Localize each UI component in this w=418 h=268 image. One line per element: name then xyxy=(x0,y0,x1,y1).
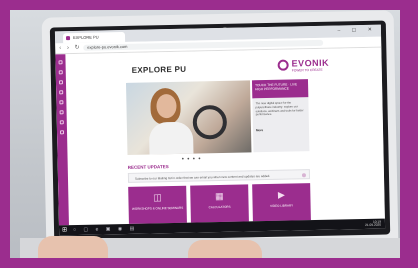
tile-label: CALCULATORS xyxy=(208,204,231,210)
subscribe-notice-text: Subscribe to our Mailing list in order t… xyxy=(134,173,271,181)
sidebar-mail-icon[interactable] xyxy=(59,130,65,135)
feature-tiles: ◫ WORKSHOPS & ONLINE SEMINARS ▦ CALCULAT… xyxy=(128,183,311,224)
steering-wheel xyxy=(192,104,228,140)
sidebar-book-icon[interactable] xyxy=(59,90,64,95)
left-hand xyxy=(38,236,108,268)
nav-buttons[interactable]: ‹ › ↻ xyxy=(59,44,81,51)
window-controls[interactable]: – ▢ ✕ xyxy=(337,27,377,34)
laptop: EXPLORE PU – ▢ ✕ ‹ › ↻ explore-pu.evonik… xyxy=(41,10,399,250)
windows-start-icon[interactable]: ⊞ xyxy=(62,227,67,233)
promo-body: The new digital space for the polyuretha… xyxy=(255,100,304,117)
recent-updates-title: RECENT UPDATES xyxy=(127,164,169,170)
brand-wordmark: EVONIK xyxy=(291,57,330,69)
tile-label: VIDEO LIBRARY xyxy=(270,203,294,208)
tile-workshops[interactable]: ◫ WORKSHOPS & ONLINE SEMINARS xyxy=(128,185,187,224)
promo-link[interactable]: More xyxy=(256,128,263,132)
video-icon: ▶ xyxy=(277,189,285,200)
book-icon: ◫ xyxy=(153,192,162,203)
sidebar-home-icon[interactable] xyxy=(58,60,63,65)
web-page: EXPLORE PU EVONIK POWER TO CREATE TOUCH … xyxy=(55,47,385,226)
tile-label: WORKSHOPS & ONLINE SEMINARS xyxy=(131,205,184,211)
calculator-icon: ▦ xyxy=(215,190,224,202)
close-icon[interactable] xyxy=(301,173,307,178)
hero-image xyxy=(125,80,252,155)
carousel-dots[interactable]: ● ● ● ● xyxy=(182,155,202,160)
system-tray-clock[interactable]: 10:19 21.09.2020 xyxy=(365,220,382,228)
hero-shirt xyxy=(148,121,194,155)
favicon-icon xyxy=(66,36,71,41)
brand-tagline: POWER TO CREATE xyxy=(291,67,323,73)
tab-title: EXPLORE PU xyxy=(72,34,99,41)
photo-scene: EXPLORE PU – ▢ ✕ ‹ › ↻ explore-pu.evonik… xyxy=(0,0,418,268)
sidebar-calculator-icon[interactable] xyxy=(59,100,64,105)
site-logo[interactable]: EXPLORE PU xyxy=(132,65,187,75)
laptop-screen: EXPLORE PU – ▢ ✕ ‹ › ↻ explore-pu.evonik… xyxy=(54,24,386,236)
sidebar-search-icon[interactable] xyxy=(58,70,63,75)
promo-panel: TOUCH THE FUTURE · LIVE HIGH PERFORMANCE… xyxy=(251,79,310,153)
tile-video-library[interactable]: ▶ VIDEO LIBRARY xyxy=(252,183,311,222)
evonik-mark-icon xyxy=(277,59,289,71)
promo-heading: TOUCH THE FUTURE · LIVE HIGH PERFORMANCE xyxy=(251,79,309,99)
sidebar-document-icon[interactable] xyxy=(59,120,64,125)
subscribe-notice[interactable]: Subscribe to our Mailing list in order t… xyxy=(127,169,311,183)
right-hand xyxy=(188,240,262,268)
tile-calculators[interactable]: ▦ CALCULATORS xyxy=(190,184,249,223)
taskbar-app-icons[interactable]: ○ ▢ e ▣ ◉ ▤ xyxy=(73,226,137,233)
clock-date: 21.09.2020 xyxy=(365,222,382,228)
purple-frame-right xyxy=(400,0,418,268)
sidebar-user-icon[interactable] xyxy=(58,80,64,85)
sidebar-video-icon[interactable] xyxy=(59,110,64,115)
